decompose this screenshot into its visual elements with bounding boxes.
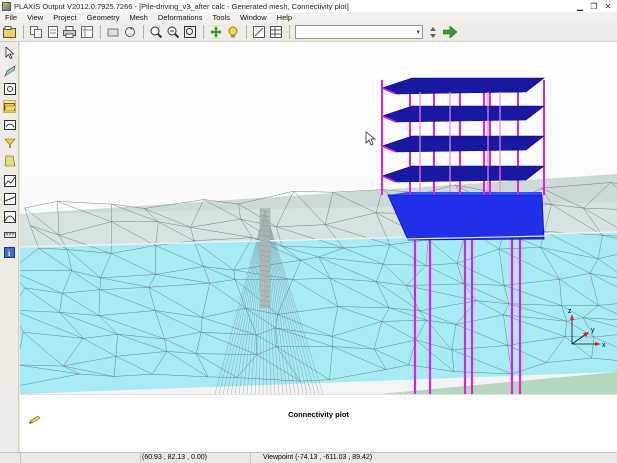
move-icon[interactable] (208, 25, 223, 40)
pile-mesh (260, 208, 270, 308)
ruler-icon[interactable] (3, 228, 16, 241)
close-icon[interactable]: ✕ (601, 1, 615, 12)
cut-plane-icon[interactable] (3, 192, 16, 205)
menu-bar: File View Project Geometry Mesh Deformat… (0, 12, 617, 23)
window-title: PLAXIS Output V2012.0.7925.7266 - [Pile-… (14, 2, 349, 11)
chart-icon[interactable] (3, 174, 16, 187)
table-view-icon[interactable] (268, 25, 283, 40)
settings-icon[interactable] (105, 25, 120, 40)
open-project-icon[interactable] (2, 25, 17, 40)
axis-y-label: y (591, 327, 595, 334)
menu-mesh[interactable]: Mesh (125, 13, 153, 22)
plot-title: Connectivity plot (20, 410, 617, 419)
menu-project[interactable]: Project (48, 13, 81, 22)
axis-z-label: z (568, 308, 572, 315)
draw-icon[interactable] (3, 64, 16, 77)
table-icon[interactable] (79, 25, 94, 40)
chevron-down-icon[interactable]: ▾ (416, 28, 420, 36)
copy-icon[interactable] (28, 25, 43, 40)
resize-icon[interactable] (251, 25, 266, 40)
step-selector[interactable]: ▾ (295, 25, 423, 39)
rotate-icon[interactable] (122, 25, 137, 40)
scroll-updown-icon[interactable] (425, 25, 440, 40)
curve-icon[interactable] (3, 118, 16, 131)
pen-icon[interactable] (3, 136, 16, 149)
info-icon[interactable]: i (3, 246, 16, 259)
main-toolbar: ▾ (0, 23, 617, 42)
folder-icon[interactable] (3, 100, 16, 113)
select-icon[interactable] (3, 46, 16, 59)
menu-help[interactable]: Help (272, 13, 297, 22)
plot-legend-area: Connectivity plot (20, 394, 617, 452)
green-arrow-icon[interactable] (443, 26, 457, 40)
title-bar[interactable]: PLAXIS Output V2012.0.7925.7266 - [Pile-… (0, 0, 617, 12)
node-icon[interactable] (3, 82, 16, 95)
graph-icon[interactable] (3, 210, 16, 223)
viewpoint-readout: Viewpoint (-74.13 , -611.03 , 89.42) (263, 454, 372, 461)
axis-x-label: x (602, 342, 606, 349)
left-toolbar: i (0, 42, 19, 452)
menu-view[interactable]: View (22, 13, 48, 22)
mesh-scene[interactable]: z y x (20, 42, 617, 394)
menu-deformations[interactable]: Deformations (153, 13, 208, 22)
app-icon (2, 2, 11, 11)
menu-geometry[interactable]: Geometry (82, 13, 125, 22)
plaxis-output-window: PLAXIS Output V2012.0.7925.7266 - [Pile-… (0, 0, 617, 462)
cross-section-icon[interactable] (3, 154, 16, 167)
menu-window[interactable]: Window (235, 13, 272, 22)
soil-lower-layer (20, 232, 617, 394)
model-viewport[interactable]: z y x (20, 42, 617, 394)
zoom-in-icon[interactable] (148, 25, 163, 40)
menu-file[interactable]: File (0, 13, 22, 22)
cursor-coordinates: (60.93 , 82.13 , 0.00) (142, 454, 207, 461)
menu-tools[interactable]: Tools (207, 13, 235, 22)
minimize-icon[interactable]: ▁ (573, 1, 587, 12)
export-icon[interactable] (45, 25, 60, 40)
status-bar: (60.93 , 82.13 , 0.00) Viewpoint (-74.13… (0, 452, 617, 462)
zoom-extents-icon[interactable] (182, 25, 197, 40)
print-icon[interactable] (62, 25, 77, 40)
restore-icon[interactable]: ❐ (587, 1, 601, 12)
light-icon[interactable] (225, 25, 240, 40)
zoom-out-icon[interactable] (165, 25, 180, 40)
